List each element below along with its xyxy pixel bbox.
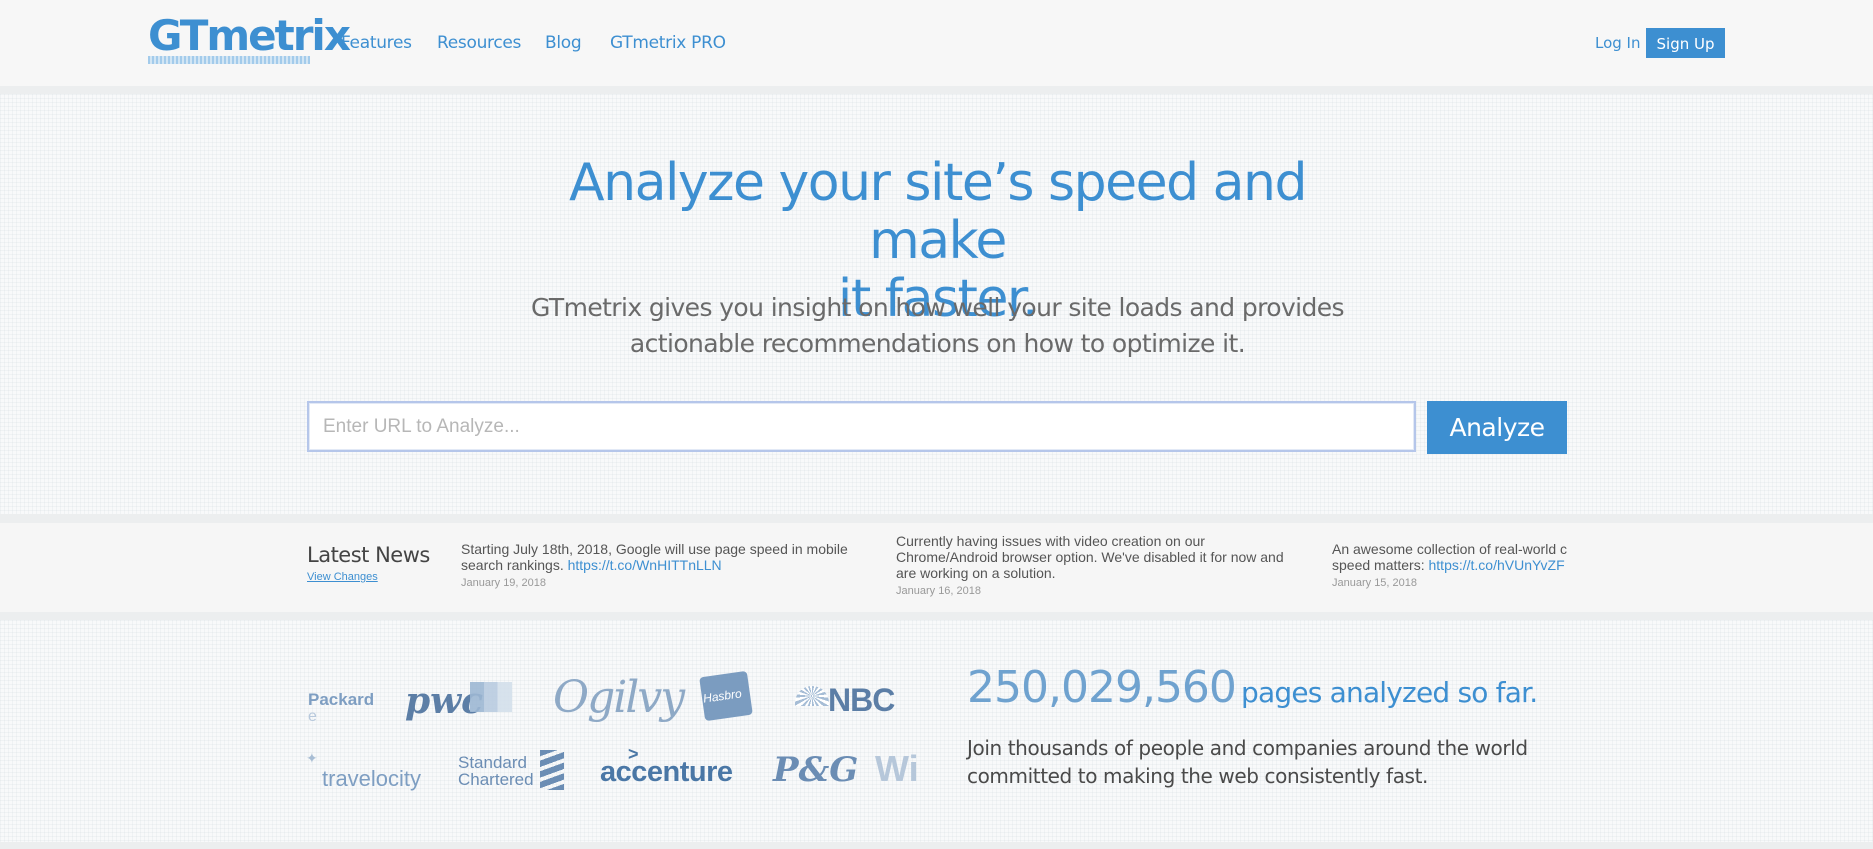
view-changes-link[interactable]: View Changes [307, 571, 378, 583]
standard-chartered-logo-line-2: Chartered [458, 770, 534, 789]
news-item: Starting July 18th, 2018, Google will us… [461, 541, 861, 589]
news-item-link[interactable]: https://t.co/hVUnYvZF [1429, 557, 1565, 573]
pwc-squares-graphic [470, 682, 512, 712]
hero-subtitle-line-1: GTmetrix gives you insight on how well y… [531, 293, 1345, 322]
clients-section: Packard e pwc Ogilvy Hasbro NBC ✦ travel… [0, 620, 1873, 842]
join-message: Join thousands of people and companies a… [967, 734, 1567, 790]
travelocity-logo: travelocity [322, 766, 422, 791]
hp-packard-logo-fragment: e [308, 708, 317, 725]
url-input[interactable] [307, 401, 1416, 452]
hero-subtitle-line-2: actionable recommendations on how to opt… [629, 329, 1246, 358]
news-item: An awesome collection of real-world c sp… [1332, 541, 1567, 589]
news-item-text: Currently having issues with video creat… [896, 533, 1284, 581]
pages-analyzed-count: 250,029,560 [967, 662, 1237, 713]
standard-chartered-icon [540, 750, 564, 790]
nav-blog[interactable]: Blog [545, 33, 582, 53]
news-item-link[interactable]: https://t.co/WnHITTnLLN [568, 557, 722, 573]
news-item-text: Starting July 18th, 2018, Google will us… [461, 541, 848, 573]
news-item-date: January 15, 2018 [1332, 577, 1418, 589]
travelocity-star-icon: ✦ [306, 750, 318, 766]
pages-analyzed-label: pages analyzed so far. [1241, 676, 1538, 709]
news-heading: Latest News [307, 543, 430, 567]
pages-analyzed-counter: 250,029,560 pages analyzed so far. [967, 662, 1538, 713]
pg-logo: P&G [773, 750, 859, 790]
accenture-logo: accenture [600, 756, 733, 788]
hero-title-line-1: Analyze your site’s speed and make [569, 153, 1307, 271]
hero-section: Analyze your site’s speed and make it fa… [0, 94, 1873, 514]
standard-chartered-logo-line-1: Standard [458, 753, 527, 772]
news-item: Currently having issues with video creat… [896, 533, 1296, 597]
login-link[interactable]: Log In [1595, 34, 1641, 52]
nav-resources[interactable]: Resources [437, 33, 521, 53]
nav-gtmetrix-pro[interactable]: GTmetrix PRO [610, 33, 726, 53]
nbc-logo: NBC [828, 682, 895, 718]
news-item-text: An awesome collection of real-world c sp… [1332, 541, 1567, 573]
site-header: GTmetrix Features Resources Blog GTmetri… [0, 0, 1873, 86]
hero-subtitle: GTmetrix gives you insight on how well y… [520, 290, 1355, 362]
join-message-line-2: committed to making the web consistently… [967, 764, 1428, 788]
news-carousel: Starting July 18th, 2018, Google will us… [461, 523, 1567, 612]
logo-text: GTmetrix [148, 11, 351, 60]
wix-logo: Wi [875, 748, 919, 789]
join-message-line-1: Join thousands of people and companies a… [967, 736, 1528, 760]
hp-packard-logo: Packard [308, 690, 375, 709]
logo-underline-graphic [148, 56, 310, 64]
latest-news-bar: Latest News View Changes Starting July 1… [0, 523, 1873, 612]
analyze-button[interactable]: Analyze [1427, 401, 1567, 454]
nbc-peacock-icon [795, 686, 829, 706]
signup-button[interactable]: Sign Up [1646, 28, 1725, 58]
news-item-date: January 19, 2018 [461, 577, 547, 589]
nav-features[interactable]: Features [341, 33, 412, 53]
news-item-date: January 16, 2018 [896, 585, 982, 597]
ogilvy-logo: Ogilvy [553, 672, 685, 723]
